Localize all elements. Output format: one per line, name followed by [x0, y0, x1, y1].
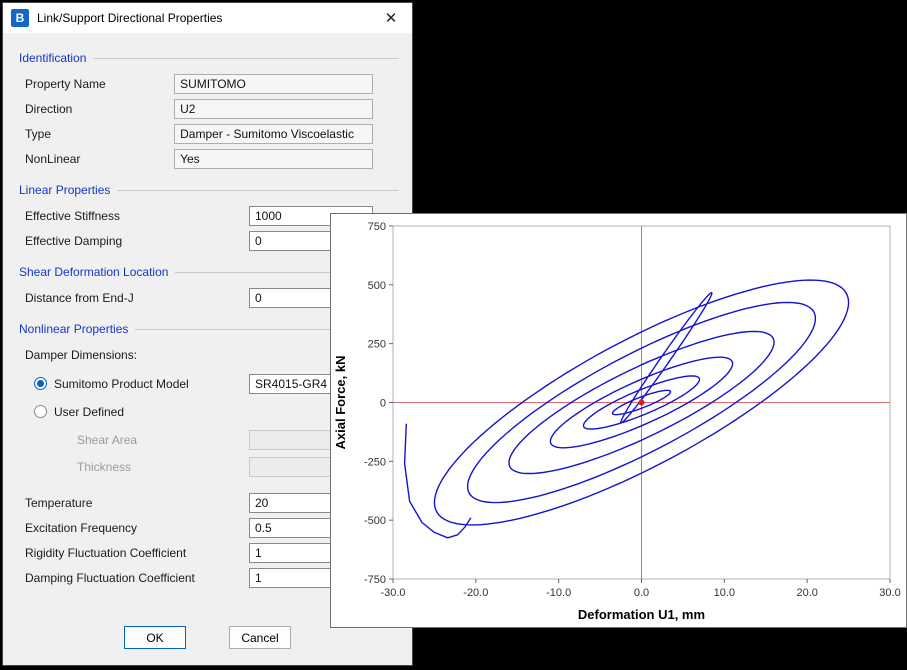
nonlinear-label: NonLinear — [25, 152, 174, 166]
dialog-title: Link/Support Directional Properties — [37, 11, 222, 25]
damper-dimensions-label: Damper Dimensions: — [25, 348, 137, 362]
section-header-linear-properties: Linear Properties — [19, 183, 399, 197]
damping-fluctuation-row: Damping Fluctuation Coefficient — [25, 567, 373, 588]
y-tick-label: 0 — [380, 398, 386, 410]
type-field — [174, 124, 373, 144]
ok-button[interactable]: OK — [124, 626, 186, 649]
shear-area-label: Shear Area — [77, 433, 249, 447]
shear-area-row: Shear Area — [77, 429, 373, 450]
sumitomo-product-model-radio-row: Sumitomo Product Model — [34, 373, 373, 394]
distance-from-endj-label: Distance from End-J — [25, 291, 249, 305]
sumitomo-product-model-radio[interactable] — [34, 377, 47, 390]
x-tick-label: 20.0 — [796, 587, 817, 599]
effective-stiffness-label: Effective Stiffness — [25, 209, 249, 223]
hysteresis-chart-window: -30.0 -20.0 -10.0 0.0 10.0 20.0 30.0 -750 -500 -2… — [330, 213, 907, 628]
damper-dimensions-row: Damper Dimensions: — [25, 344, 373, 365]
damping-fluctuation-label: Damping Fluctuation Coefficient — [25, 571, 249, 585]
app-logo-icon: B — [11, 9, 29, 27]
thickness-label: Thickness — [77, 460, 249, 474]
user-defined-radio[interactable] — [34, 405, 47, 418]
property-name-label: Property Name — [25, 77, 174, 91]
thickness-row: Thickness — [77, 456, 373, 477]
sumitomo-product-model-label: Sumitomo Product Model — [54, 377, 189, 391]
temperature-label: Temperature — [25, 496, 249, 510]
section-header-identification: Identification — [19, 51, 399, 65]
cancel-button[interactable]: Cancel — [229, 626, 291, 649]
type-label: Type — [25, 127, 174, 141]
nonlinear-row: NonLinear — [25, 148, 373, 169]
property-name-field — [174, 74, 373, 94]
rigidity-fluctuation-label: Rigidity Fluctuation Coefficient — [25, 546, 249, 560]
user-defined-label: User Defined — [54, 405, 124, 419]
y-tick-label: 750 — [368, 221, 386, 233]
excitation-frequency-label: Excitation Frequency — [25, 521, 249, 535]
type-row: Type — [25, 123, 373, 144]
y-tick-label: -500 — [364, 515, 386, 527]
dialog-titlebar: B Link/Support Directional Properties ✕ — [3, 3, 412, 33]
chart-svg: -30.0 -20.0 -10.0 0.0 10.0 20.0 30.0 -750 -500 -2… — [331, 214, 906, 627]
property-name-row: Property Name — [25, 73, 373, 94]
effective-damping-row: Effective Damping — [25, 230, 373, 251]
y-tick-label: -250 — [364, 456, 386, 468]
effective-stiffness-row: Effective Stiffness — [25, 205, 373, 226]
direction-label: Direction — [25, 102, 174, 116]
nonlinear-field — [174, 149, 373, 169]
y-tick-label: 500 — [368, 280, 386, 292]
user-defined-radio-row: User Defined — [34, 401, 373, 422]
x-tick-label: 0.0 — [634, 587, 649, 599]
y-tick-label: -750 — [364, 574, 386, 586]
direction-row: Direction — [25, 98, 373, 119]
x-tick-label: 30.0 — [879, 587, 900, 599]
x-tick-label: -20.0 — [463, 587, 488, 599]
temperature-row: Temperature — [25, 492, 373, 513]
dialog-buttons: OK Cancel — [3, 626, 412, 649]
rigidity-fluctuation-row: Rigidity Fluctuation Coefficient — [25, 542, 373, 563]
direction-field — [174, 99, 373, 119]
x-tick-label: -30.0 — [380, 587, 405, 599]
y-tick-label: 250 — [368, 339, 386, 351]
x-tick-label: 10.0 — [714, 587, 735, 599]
distance-from-endj-row: Distance from End-J — [25, 287, 373, 308]
close-icon[interactable]: ✕ — [376, 5, 406, 31]
effective-damping-label: Effective Damping — [25, 234, 249, 248]
origin-marker — [639, 400, 645, 406]
excitation-frequency-row: Excitation Frequency — [25, 517, 373, 538]
x-tick-label: -10.0 — [546, 587, 571, 599]
x-axis-title: Deformation U1, mm — [578, 607, 705, 622]
y-axis-title: Axial Force, kN — [333, 356, 348, 450]
